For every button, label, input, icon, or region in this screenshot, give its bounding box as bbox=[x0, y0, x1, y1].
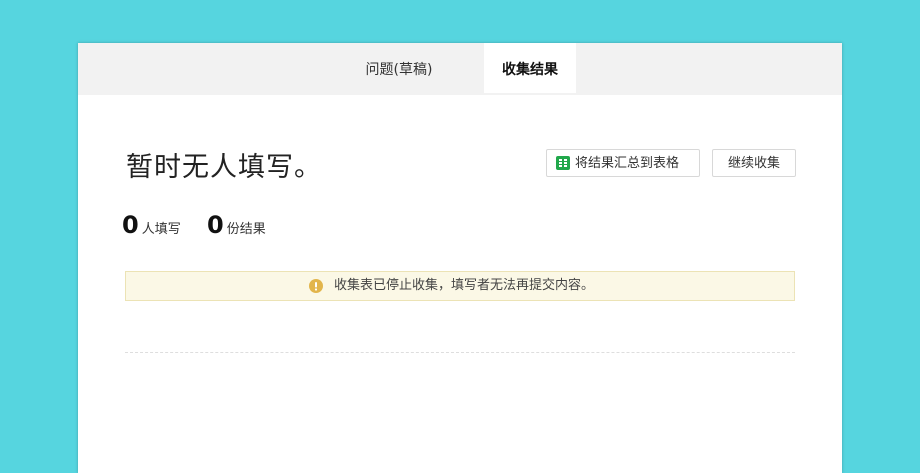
filled-count-stat: 0 人填写 bbox=[122, 211, 181, 239]
dashed-divider bbox=[125, 352, 795, 353]
result-count-label: 份结果 bbox=[226, 222, 266, 237]
tab-collect-results[interactable]: 收集结果 bbox=[484, 43, 576, 93]
result-count-stat: 0 份结果 bbox=[207, 211, 266, 239]
export-to-sheet-label: 将结果汇总到表格 bbox=[575, 156, 680, 171]
form-results-card: 问题(草稿) 收集结果 暂时无人填写。 将结果汇总到表格 继续收集 0 人填写 0… bbox=[78, 43, 842, 473]
filled-count: 0 bbox=[122, 211, 139, 239]
notice-text: 收集表已停止收集，填写者无法再提交内容。 bbox=[334, 278, 595, 293]
spreadsheet-icon bbox=[556, 156, 570, 170]
filled-count-label: 人填写 bbox=[141, 222, 181, 237]
tab-questions-draft[interactable]: 问题(草稿) bbox=[350, 43, 448, 95]
warning-icon bbox=[309, 279, 323, 293]
result-count: 0 bbox=[207, 211, 224, 239]
export-to-sheet-button[interactable]: 将结果汇总到表格 bbox=[546, 149, 700, 177]
continue-collecting-button[interactable]: 继续收集 bbox=[712, 149, 796, 177]
page-title: 暂时无人填写。 bbox=[126, 152, 322, 183]
collection-stopped-notice: 收集表已停止收集，填写者无法再提交内容。 bbox=[125, 271, 795, 301]
tab-bar: 问题(草稿) 收集结果 bbox=[78, 43, 842, 95]
